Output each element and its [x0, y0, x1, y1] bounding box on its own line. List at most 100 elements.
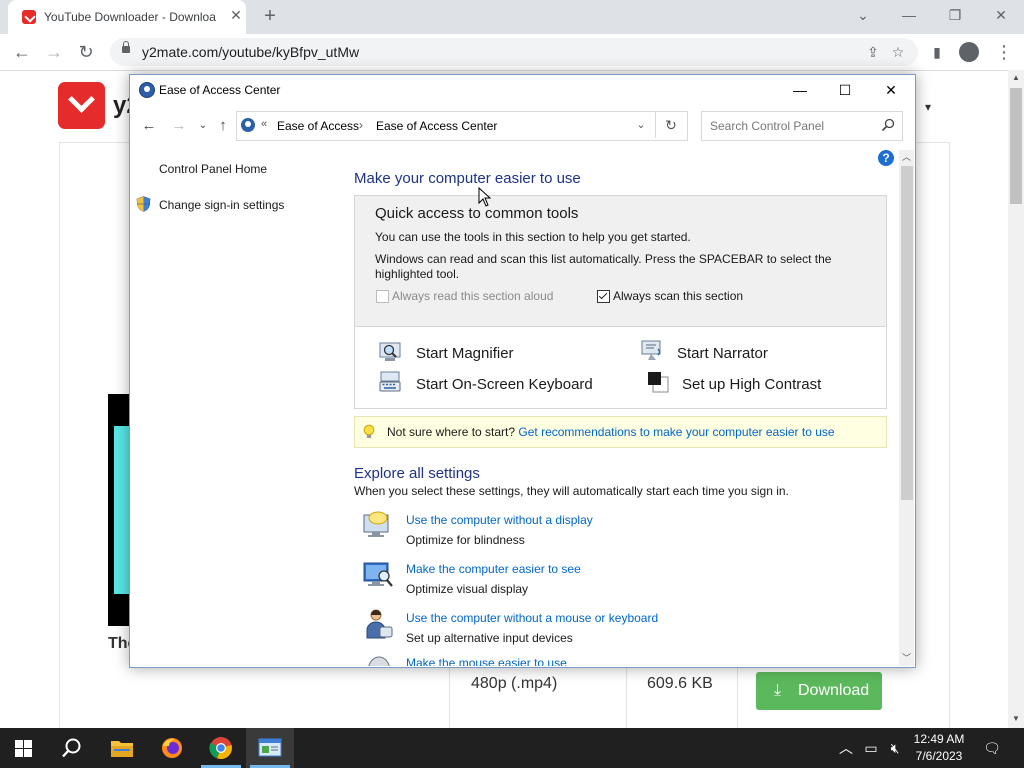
quality-cell: 480p (.mp4) [471, 675, 558, 692]
search-icon[interactable] [880, 117, 896, 133]
browser-close-button[interactable]: ✕ [986, 5, 1016, 25]
always-scan-label[interactable]: Always scan this section [613, 289, 743, 303]
download-label: Download [798, 682, 870, 699]
window-scrollbar-thumb[interactable] [901, 166, 913, 500]
ease-of-access-icon [241, 118, 255, 132]
use-without-mouse-keyboard-desc: Set up alternative input devices [406, 631, 573, 645]
address-bar[interactable]: « Ease of Access › Ease of Access Center… [236, 111, 688, 141]
chevron-down-icon[interactable]: ⌄ [632, 116, 650, 134]
lock-icon[interactable] [122, 41, 130, 53]
help-icon[interactable]: ? [878, 150, 894, 166]
reload-icon[interactable]: ↻ [74, 40, 98, 64]
download-icon: ⤓ [774, 682, 782, 699]
mouse-icon[interactable] [362, 655, 396, 666]
make-easier-to-see-desc: Optimize visual display [406, 582, 529, 596]
download-button[interactable]: ⤓ Download [756, 672, 882, 710]
sidebar-item-control-panel-home[interactable]: Control Panel Home [159, 162, 267, 176]
firefox-icon[interactable] [148, 728, 196, 768]
menu-icon[interactable]: ⋮ [995, 41, 1013, 63]
breadcrumb-separator-icon[interactable]: › [359, 118, 363, 132]
close-button[interactable]: ✕ [876, 79, 906, 101]
clipped-list-row: Make the mouse easier to use [354, 649, 899, 666]
breadcrumb-ease-of-access-center[interactable]: Ease of Access Center [376, 119, 497, 133]
sidebar-item-change-sign-in-settings[interactable]: Change sign-in settings [159, 198, 284, 212]
person-input-icon[interactable] [362, 607, 396, 641]
lightbulb-icon [363, 424, 375, 438]
start-magnifier-link[interactable]: Start Magnifier [416, 345, 514, 362]
chrome-icon[interactable] [197, 728, 245, 768]
start-on-screen-keyboard-link[interactable]: Start On-Screen Keyboard [416, 376, 593, 393]
notification-icon[interactable]: 🗨︎ [982, 738, 1002, 758]
url-text[interactable]: y2mate.com/youtube/kyBfpv_utMw [142, 44, 359, 60]
maximize-button[interactable]: ☐ [830, 79, 860, 101]
tab-close-icon[interactable]: ✕ [228, 7, 244, 23]
make-mouse-easier-link[interactable]: Make the mouse easier to use [406, 656, 567, 666]
chevron-up-icon[interactable]: ︿ [836, 738, 856, 758]
scroll-up-icon[interactable]: ︿ [899, 150, 914, 165]
y2mate-favicon-icon [22, 10, 36, 24]
browser-minimize-button[interactable]: — [894, 5, 924, 25]
ease-of-access-icon [139, 82, 155, 98]
network-icon[interactable]: ▭ [861, 738, 881, 758]
profile-icon[interactable] [959, 42, 979, 62]
search-icon[interactable] [48, 728, 96, 768]
refresh-icon[interactable]: ↻ [662, 116, 680, 134]
always-read-checkbox[interactable] [376, 290, 389, 303]
sidebar-icon[interactable]: ▮ [928, 43, 946, 61]
scroll-down-icon[interactable]: ﹀ [899, 651, 914, 666]
filesize-cell: 609.6 KB [647, 675, 713, 692]
page-scrollbar-thumb[interactable] [1010, 88, 1022, 204]
keyboard-icon[interactable] [379, 371, 401, 393]
use-without-display-link[interactable]: Use the computer without a display [406, 513, 593, 527]
minimize-button[interactable]: — [785, 79, 815, 101]
shield-icon [136, 196, 151, 212]
folder-icon [111, 741, 133, 757]
chrome-logo-icon [209, 737, 232, 760]
y2mate-logo[interactable] [58, 82, 105, 129]
start-narrator-link[interactable]: Start Narrator [677, 345, 768, 362]
scroll-up-icon[interactable]: ▲ [1008, 70, 1024, 86]
clock-time[interactable]: 12:49 AM [906, 732, 972, 746]
share-icon[interactable]: ⇪ [864, 43, 882, 61]
monitor-magnify-icon[interactable] [362, 558, 396, 592]
browser-tab[interactable]: YouTube Downloader - Downloa ✕ [8, 0, 246, 34]
table-divider [449, 668, 450, 728]
control-panel-icon[interactable] [246, 728, 294, 768]
breadcrumb-overflow[interactable]: « [261, 118, 267, 130]
up-icon[interactable]: ↑ [212, 115, 234, 137]
star-icon[interactable]: ☆ [889, 43, 907, 61]
high-contrast-icon[interactable] [647, 371, 669, 393]
make-easier-to-see-link[interactable]: Make the computer easier to see [406, 562, 581, 576]
table-divider [626, 668, 627, 728]
file-explorer-icon[interactable] [98, 728, 146, 768]
back-icon[interactable]: ← [10, 40, 34, 64]
chevron-down-icon[interactable]: ▾ [925, 100, 931, 114]
explore-subtitle: When you select these settings, they wil… [354, 484, 789, 498]
forward-icon[interactable]: → [42, 40, 66, 64]
page-title: Make your computer easier to use [354, 170, 581, 187]
magnifier-icon[interactable] [379, 341, 401, 363]
search-input[interactable]: Search Control Panel [701, 111, 903, 141]
forward-icon[interactable]: → [168, 115, 190, 137]
clock-date[interactable]: 7/6/2023 [906, 749, 972, 763]
tab-title: YouTube Downloader - Downloa [44, 10, 216, 24]
start-icon[interactable] [0, 728, 48, 768]
browser-restore-button[interactable]: ❐ [940, 5, 970, 25]
use-without-mouse-keyboard-link[interactable]: Use the computer without a mouse or keyb… [406, 611, 658, 625]
tab-search-icon[interactable]: ⌄ [848, 5, 878, 25]
narrator-icon[interactable] [641, 339, 663, 361]
breadcrumb-ease-of-access[interactable]: Ease of Access [277, 119, 359, 133]
recent-locations-icon[interactable]: ⌄ [192, 115, 214, 137]
back-icon[interactable]: ← [138, 115, 160, 137]
get-recommendations-link[interactable]: Get recommendations to make your compute… [518, 425, 834, 439]
speaker-muted-icon[interactable]: 🔇︎ [885, 738, 905, 758]
scroll-down-icon[interactable]: ▼ [1008, 711, 1024, 727]
quick-access-panel: Quick access to common tools You can use… [354, 195, 887, 409]
set-up-high-contrast-link[interactable]: Set up High Contrast [682, 376, 821, 393]
display-speech-icon[interactable] [362, 509, 396, 543]
always-scan-checkbox[interactable] [597, 290, 610, 303]
explore-heading: Explore all settings [354, 465, 480, 482]
always-read-label[interactable]: Always read this section aloud [392, 289, 553, 303]
quick-access-scan-note: Windows can read and scan this list auto… [375, 252, 832, 281]
new-tab-button[interactable]: + [260, 5, 280, 27]
